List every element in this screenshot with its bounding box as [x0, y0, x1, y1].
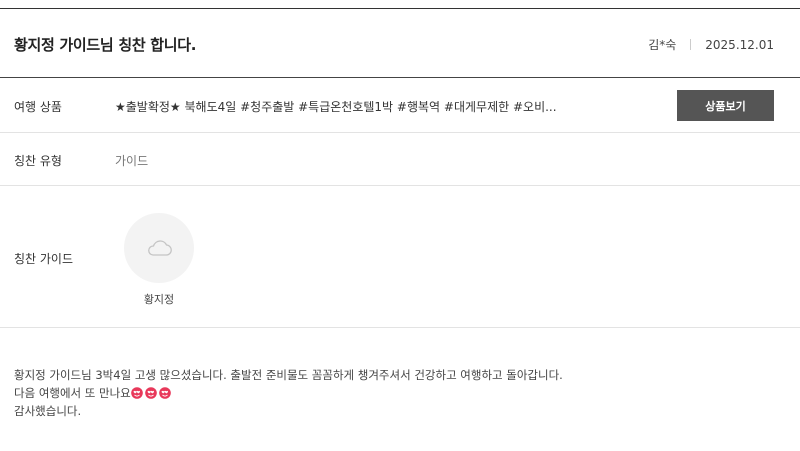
- heart-eyes-emoji-icon: [144, 387, 157, 399]
- review-date: 2025.12.01: [705, 37, 774, 52]
- review-body-line: 다음 여행에서 또 만나요: [14, 384, 563, 402]
- heart-eyes-emoji-icon: [130, 387, 143, 399]
- cloud-icon: [148, 240, 172, 256]
- review-title: 황지정 가이드님 칭찬 합니다.: [14, 36, 197, 54]
- heart-eyes-emoji-icon: [158, 387, 171, 399]
- emoji-group: [130, 386, 173, 400]
- guide-card: 황지정: [124, 213, 194, 307]
- review-body: 황지정 가이드님 3박4일 고생 많으셨습니다. 출발전 준비물도 꼼꼼하게 챙…: [14, 366, 563, 420]
- product-row: 여행 상품 ★출발확정★ 북해도4일 #청주출발 #특급온천호텔1박 #행복역 …: [0, 78, 800, 133]
- review-author: 김*숙: [648, 38, 677, 52]
- product-name: ★출발확정★ 북해도4일 #청주출발 #특급온천호텔1박 #행복역 #대게무제한…: [115, 100, 557, 114]
- praise-type-label: 칭찬 유형: [14, 154, 62, 168]
- review-body-text: 다음 여행에서 또 만나요: [14, 386, 131, 400]
- praise-type-row: 칭찬 유형 가이드: [0, 133, 800, 186]
- guide-label: 칭찬 가이드: [14, 252, 74, 266]
- guide-avatar: [124, 213, 194, 283]
- meta-divider: [690, 39, 692, 50]
- review-body-line: 황지정 가이드님 3박4일 고생 많으셨습니다. 출발전 준비물도 꼼꼼하게 챙…: [14, 368, 563, 382]
- product-label: 여행 상품: [14, 100, 62, 114]
- praise-type-value: 가이드: [115, 154, 149, 168]
- guide-name: 황지정: [143, 293, 175, 306]
- review-body-line: 감사했습니다.: [14, 404, 82, 418]
- review-header: 황지정 가이드님 칭찬 합니다. 김*숙 2025.12.01: [0, 8, 800, 78]
- review-meta: 김*숙 2025.12.01: [648, 36, 774, 53]
- view-product-button[interactable]: 상품보기: [677, 90, 774, 121]
- review-detail: 황지정 가이드님 칭찬 합니다. 김*숙 2025.12.01 여행 상품 ★출…: [0, 0, 800, 451]
- guide-row: 칭찬 가이드 황지정: [0, 186, 800, 328]
